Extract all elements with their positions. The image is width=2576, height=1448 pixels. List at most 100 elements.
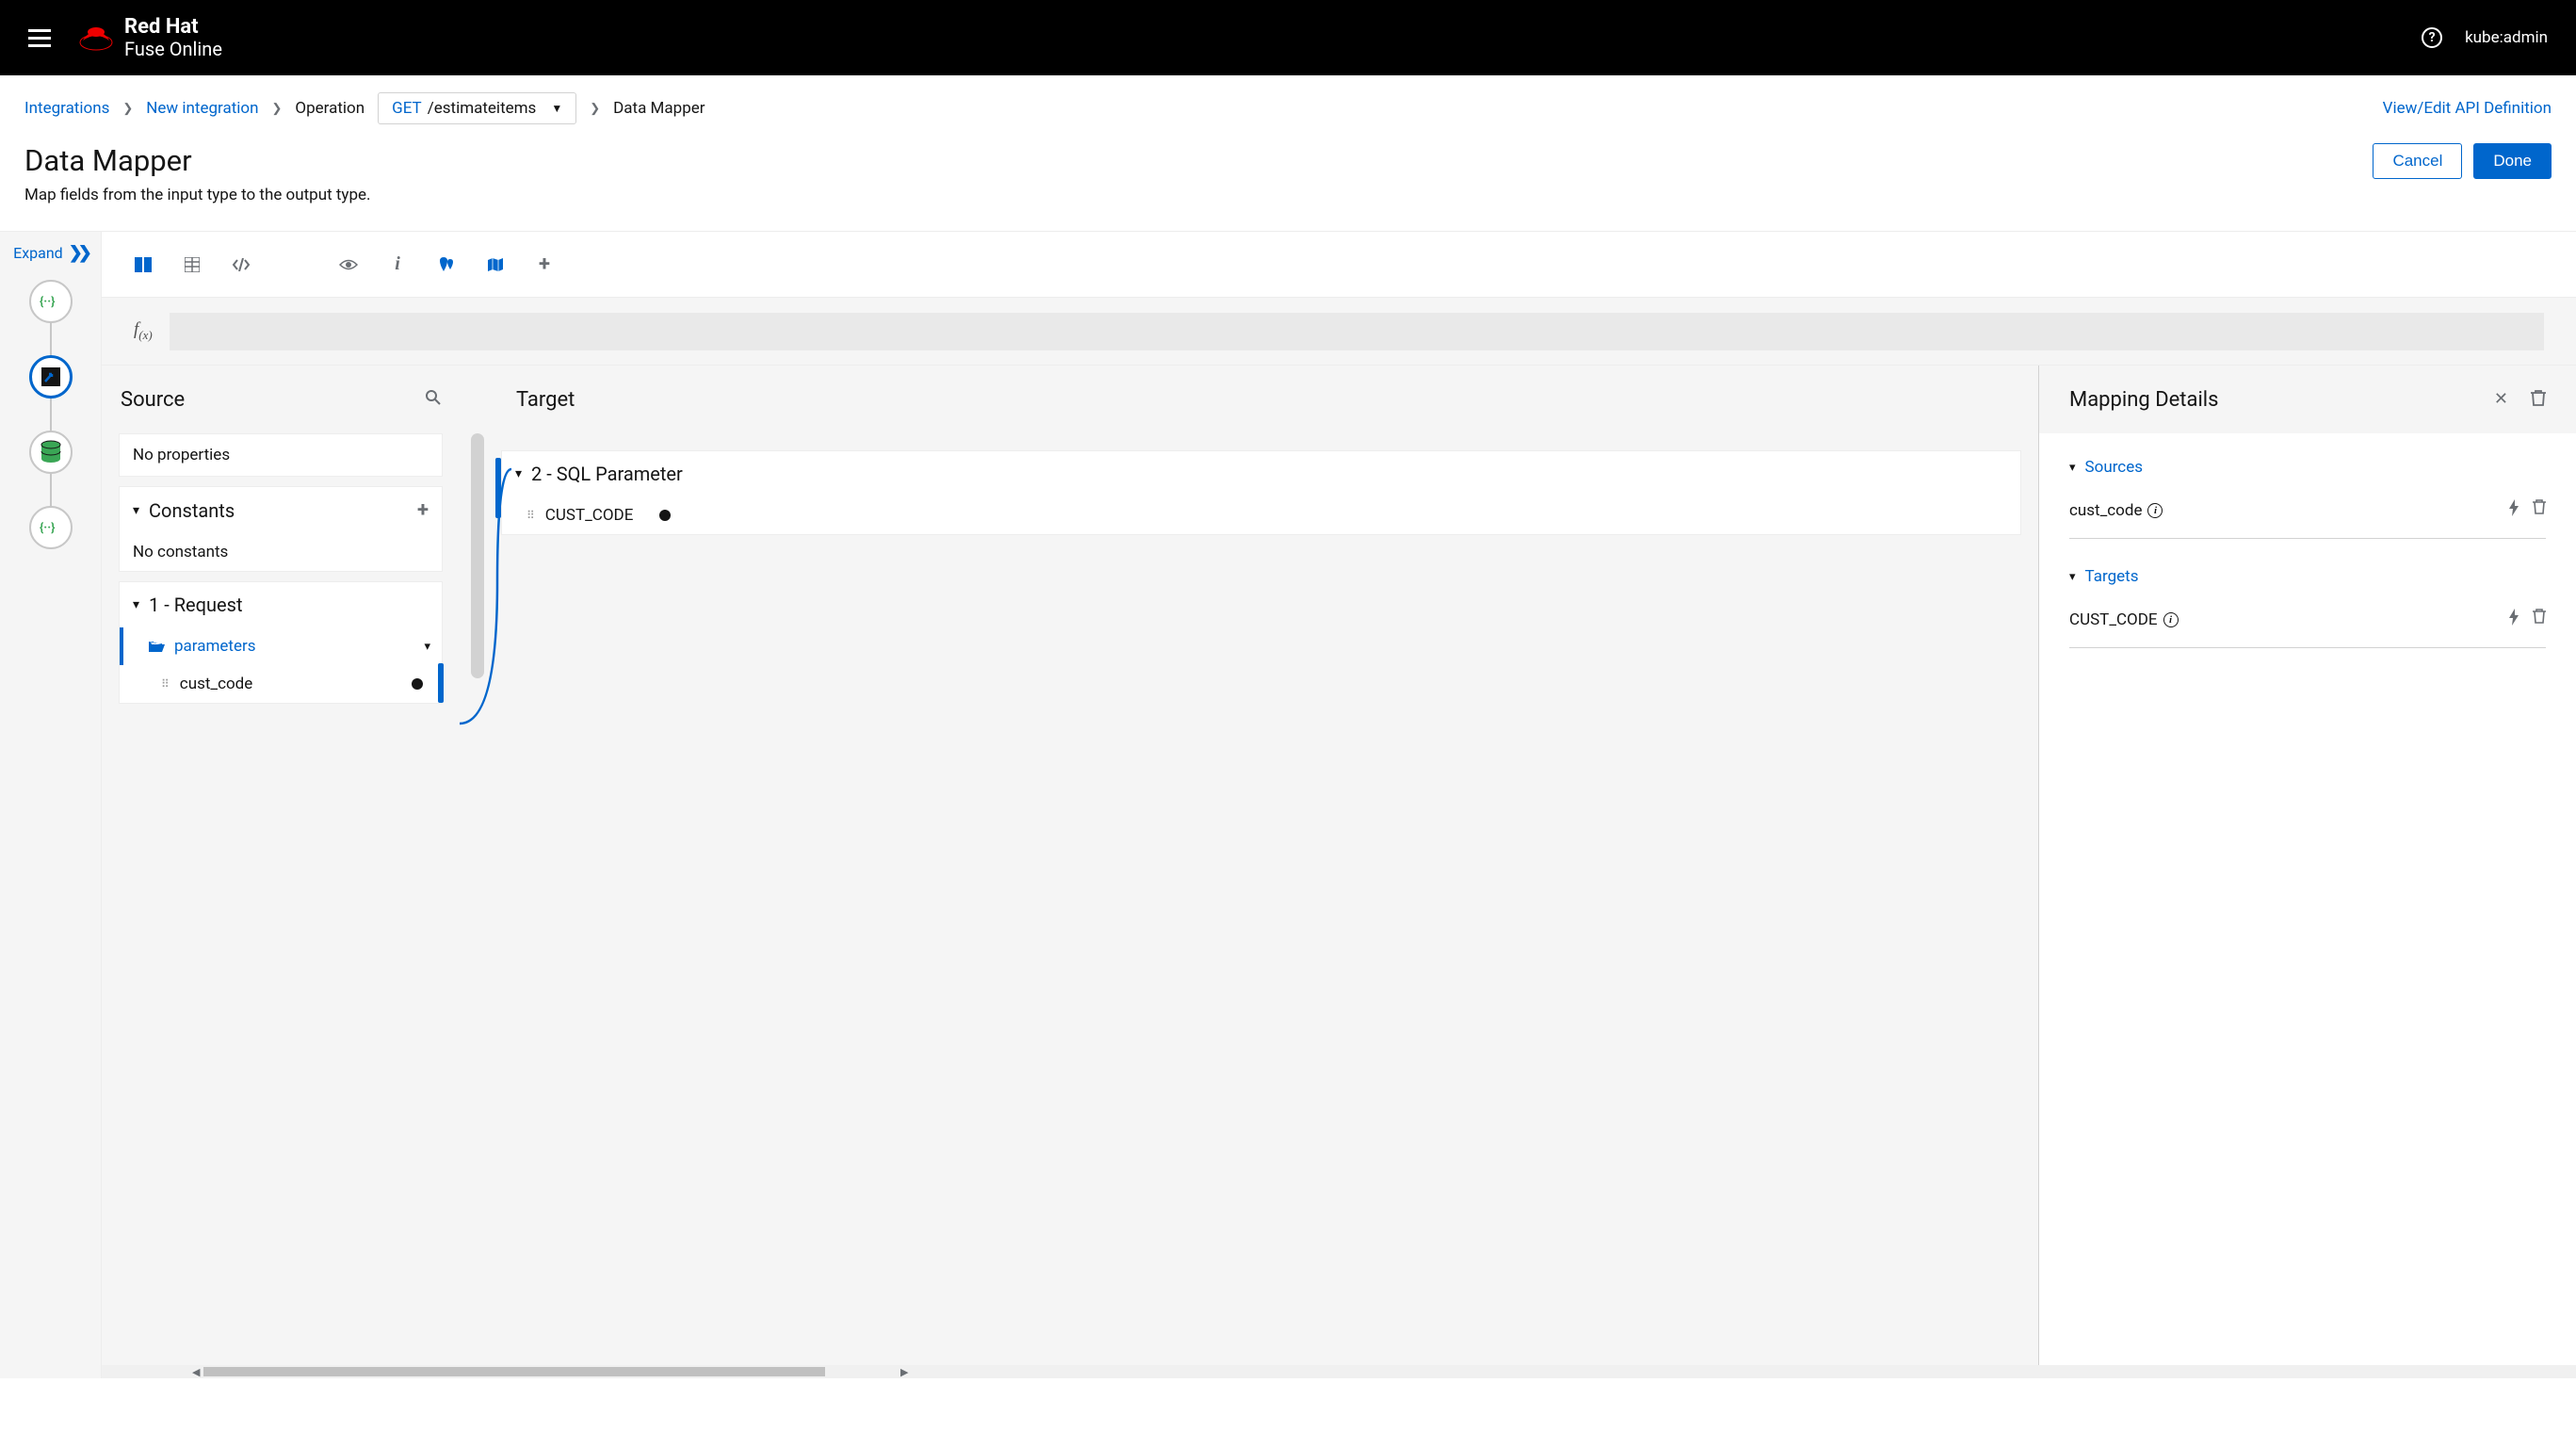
info-icon[interactable]: i bbox=[2163, 612, 2179, 627]
brand-logo[interactable]: Red Hat Fuse Online bbox=[77, 16, 222, 59]
bolt-icon[interactable] bbox=[2508, 499, 2519, 521]
close-icon[interactable]: ✕ bbox=[2494, 389, 2508, 411]
expand-button[interactable]: Expand ❯❯ bbox=[13, 243, 88, 263]
request-header[interactable]: ▾ 1 - Request bbox=[120, 582, 442, 627]
map-flat-icon[interactable] bbox=[486, 255, 505, 274]
svg-text:{··}: {··} bbox=[40, 295, 55, 309]
folder-open-icon bbox=[148, 640, 165, 653]
horizontal-scrollbar[interactable]: ◀ ▶ bbox=[102, 1365, 2576, 1378]
target-column: Target ▾ 2 - SQL Parameter bbox=[460, 366, 2039, 1365]
request-title: 1 - Request bbox=[149, 594, 242, 616]
constants-header[interactable]: ▾ Constants + bbox=[120, 487, 442, 533]
mapped-indicator-icon bbox=[412, 678, 423, 690]
target-mapping-item: CUST_CODE i bbox=[2069, 595, 2546, 648]
breadcrumb: Integrations ❯ New integration ❯ Operati… bbox=[24, 92, 705, 124]
columns-icon[interactable] bbox=[134, 255, 153, 274]
mapped-indicator-icon bbox=[659, 510, 671, 521]
done-button[interactable]: Done bbox=[2473, 143, 2552, 179]
operation-select[interactable]: GET /estimateitems ▼ bbox=[378, 92, 576, 124]
drag-handle-icon[interactable]: ⠿ bbox=[527, 509, 536, 522]
expression-input[interactable] bbox=[170, 313, 2544, 350]
banner-left: Red Hat Fuse Online bbox=[28, 16, 222, 59]
cancel-button[interactable]: Cancel bbox=[2373, 143, 2462, 179]
scroll-right-icon[interactable]: ▶ bbox=[900, 1366, 908, 1378]
source-mapping-item: cust_code i bbox=[2069, 486, 2546, 539]
trash-icon[interactable] bbox=[2533, 499, 2546, 521]
code-icon[interactable] bbox=[232, 255, 251, 274]
op-path: /estimateitems bbox=[428, 99, 537, 118]
parameters-row-wrap: parameters ▾ bbox=[120, 627, 442, 665]
step-data-mapper[interactable] bbox=[29, 355, 73, 399]
scroll-left-icon[interactable]: ◀ bbox=[192, 1366, 200, 1378]
no-properties-panel: No properties bbox=[119, 433, 443, 477]
targets-label: Targets bbox=[2085, 567, 2139, 586]
brand-line2: Fuse Online bbox=[124, 39, 222, 59]
info-icon[interactable]: i bbox=[388, 255, 407, 274]
breadcrumb-row: Integrations ❯ New integration ❯ Operati… bbox=[0, 75, 2576, 124]
brand-text: Red Hat Fuse Online bbox=[124, 16, 222, 59]
source-column: Source No properties ▾ Constants bbox=[102, 366, 460, 1365]
hamburger-icon[interactable] bbox=[28, 29, 51, 47]
expression-bar: f(x) bbox=[102, 298, 2576, 366]
chevron-double-right-icon: ❯❯ bbox=[69, 243, 88, 263]
targets-section-header[interactable]: ▾ Targets bbox=[2069, 567, 2546, 586]
api-braces-icon: {··} bbox=[40, 292, 62, 311]
info-icon[interactable]: i bbox=[2147, 503, 2163, 518]
source-title: Source bbox=[121, 388, 185, 412]
title-actions: Cancel Done bbox=[2373, 143, 2552, 179]
sql-parameter-header[interactable]: ▾ 2 - SQL Parameter bbox=[502, 451, 2020, 496]
bolt-icon[interactable] bbox=[2508, 609, 2519, 630]
cust-code-target-field[interactable]: ⠿ CUST_CODE bbox=[502, 496, 2020, 534]
title-row: Data Mapper Map fields from the input ty… bbox=[0, 124, 2576, 232]
fx-label: f(x) bbox=[134, 319, 153, 343]
sql-parameter-title: 2 - SQL Parameter bbox=[531, 463, 683, 485]
trash-icon[interactable] bbox=[2531, 389, 2546, 411]
drag-handle-icon[interactable]: ⠿ bbox=[161, 677, 170, 691]
source-field-actions bbox=[2508, 499, 2546, 521]
chevron-down-icon: ▾ bbox=[133, 503, 139, 518]
target-title: Target bbox=[516, 388, 575, 412]
constants-panel: ▾ Constants + No constants bbox=[119, 486, 443, 572]
source-field-text: cust_code bbox=[2069, 501, 2142, 520]
view-edit-api-link[interactable]: View/Edit API Definition bbox=[2383, 99, 2552, 118]
grid-icon[interactable] bbox=[183, 255, 202, 274]
add-constant-icon[interactable]: + bbox=[417, 498, 429, 522]
chevron-down-icon: ▾ bbox=[515, 466, 522, 481]
source-scrollbar[interactable] bbox=[471, 433, 484, 678]
step-api-start[interactable]: {··} bbox=[29, 280, 73, 323]
chevron-right-icon: ❯ bbox=[272, 102, 283, 116]
database-icon bbox=[40, 440, 62, 464]
target-anchor bbox=[495, 458, 501, 518]
parameters-label: parameters bbox=[174, 637, 256, 656]
sources-section-header[interactable]: ▾ Sources bbox=[2069, 458, 2546, 477]
banner-right: ? kube:admin bbox=[2422, 27, 2548, 48]
main-area: i + f(x) Source bbox=[102, 232, 2576, 1378]
map-marker-icon[interactable] bbox=[437, 255, 456, 274]
target-field-text: CUST_CODE bbox=[2069, 610, 2158, 629]
source-header: Source bbox=[102, 366, 460, 433]
search-icon[interactable] bbox=[426, 390, 441, 410]
eye-icon[interactable] bbox=[339, 255, 358, 274]
scrollbar-thumb[interactable] bbox=[203, 1367, 825, 1376]
cust-code-source-field[interactable]: ⠿ cust_code bbox=[120, 665, 442, 703]
sources-label: Sources bbox=[2085, 458, 2143, 477]
crumb-integrations[interactable]: Integrations bbox=[24, 99, 109, 118]
target-field-name: CUST_CODE i bbox=[2069, 610, 2179, 629]
target-field-actions bbox=[2508, 609, 2546, 630]
crumb-current: Data Mapper bbox=[613, 99, 705, 118]
trash-icon[interactable] bbox=[2533, 609, 2546, 630]
chevron-down-icon: ▾ bbox=[424, 640, 430, 654]
step-api-end[interactable]: {··} bbox=[29, 506, 73, 549]
expand-label: Expand bbox=[13, 244, 63, 262]
help-icon[interactable]: ? bbox=[2422, 27, 2442, 48]
crumb-new-integration[interactable]: New integration bbox=[146, 99, 258, 118]
user-label[interactable]: kube:admin bbox=[2465, 28, 2548, 47]
plus-icon[interactable]: + bbox=[535, 255, 554, 274]
step-database[interactable] bbox=[29, 431, 73, 474]
crumb-operation: Operation bbox=[295, 99, 365, 118]
brand-line1: Red Hat bbox=[124, 16, 222, 39]
chevron-right-icon: ❯ bbox=[590, 102, 600, 116]
parameters-folder[interactable]: parameters ▾ bbox=[123, 627, 442, 665]
top-banner: Red Hat Fuse Online ? kube:admin bbox=[0, 0, 2576, 75]
mapping-details-actions: ✕ bbox=[2494, 389, 2546, 411]
